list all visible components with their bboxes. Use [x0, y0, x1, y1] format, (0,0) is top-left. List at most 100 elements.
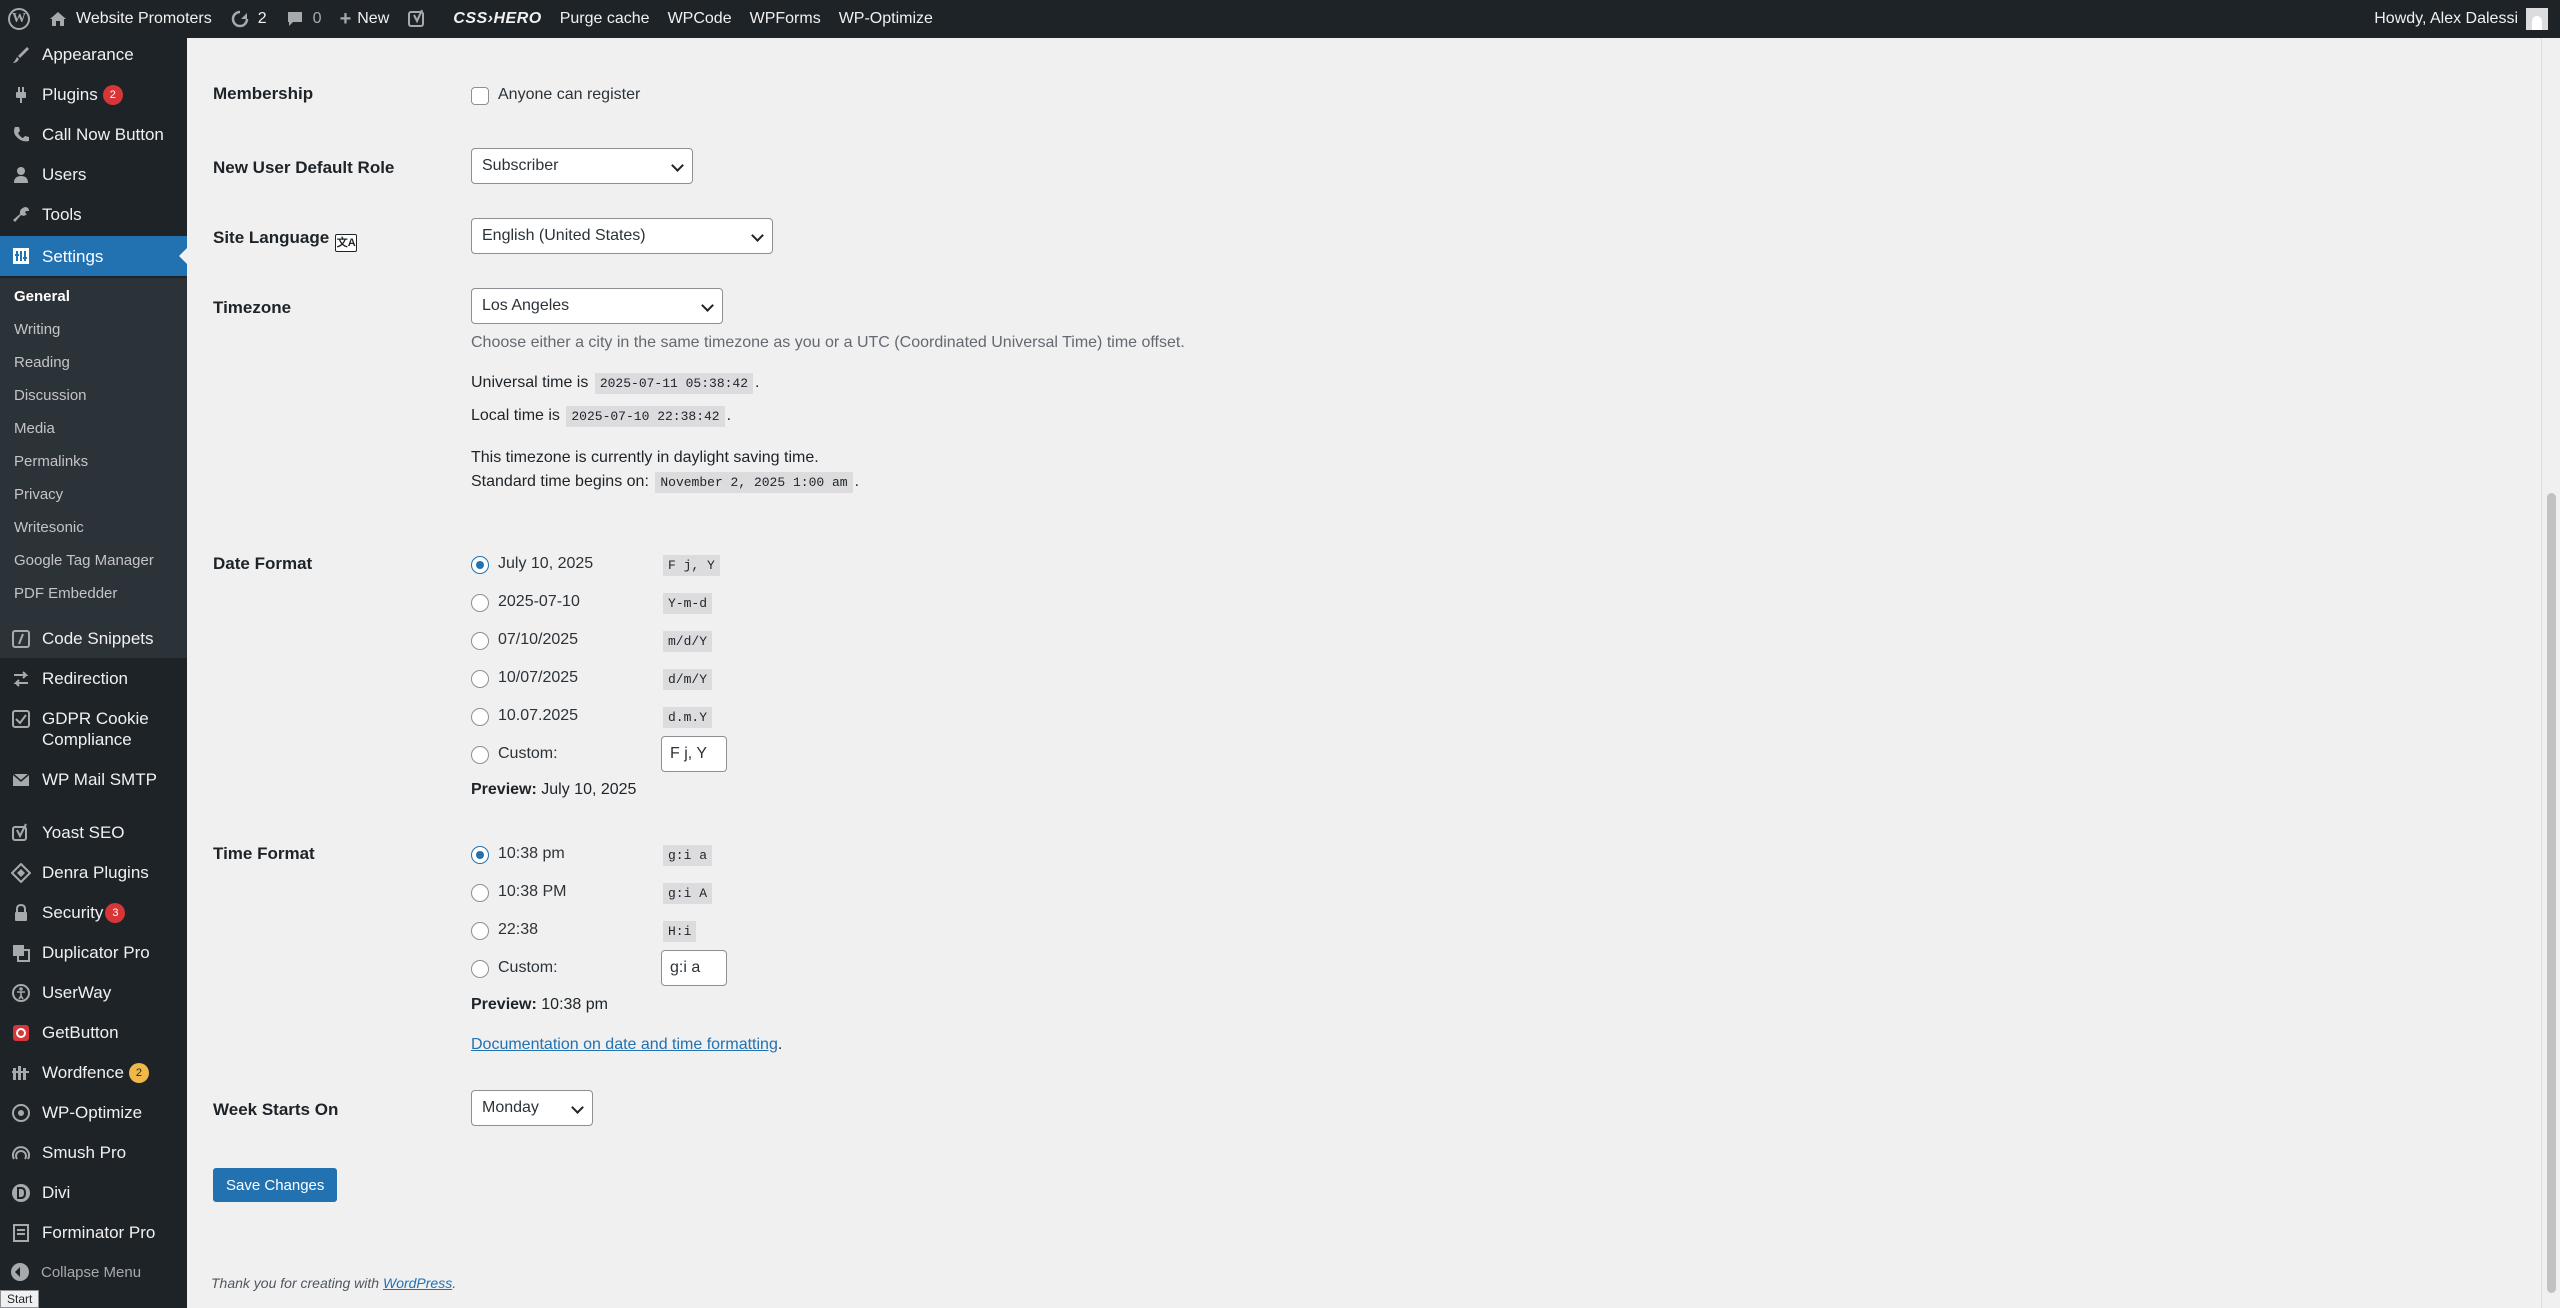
collapse-arrow-icon: [11, 1263, 29, 1281]
menu-wp-optimize[interactable]: WP-Optimize: [0, 1102, 187, 1123]
menu-settings[interactable]: Settings: [0, 236, 187, 276]
footer-thankyou: Thank you for creating with WordPress.: [211, 1275, 457, 1291]
admin-sidebar: Appearance Plugins 2 Call Now Button User…: [0, 38, 187, 1308]
account-menu[interactable]: Howdy, Alex Dalessi: [2374, 0, 2548, 38]
menu-wordfence[interactable]: Wordfence 2: [0, 1062, 187, 1083]
time-format-radio-1[interactable]: [471, 846, 489, 864]
menu-getbutton-label: GetButton: [42, 1023, 119, 1042]
yoast-icon: [11, 823, 31, 843]
timezone-value: Los Angeles: [482, 297, 570, 314]
menu-userway[interactable]: UserWay: [0, 982, 187, 1003]
new-content-menu[interactable]: + New: [331, 0, 399, 38]
menu-yoast-seo[interactable]: Yoast SEO: [0, 822, 187, 843]
mail-icon: [11, 770, 31, 790]
submenu-writing[interactable]: Writing: [14, 321, 60, 338]
standard-time-line: Standard time begins on: November 2, 202…: [471, 472, 859, 493]
submenu-media[interactable]: Media: [14, 420, 55, 437]
time-format-custom-input[interactable]: g:i a: [661, 950, 727, 986]
collapse-menu-button[interactable]: Collapse Menu: [11, 1263, 141, 1281]
timezone-description: Choose either a city in the same timezon…: [471, 334, 1185, 351]
date-format-radio-5[interactable]: [471, 708, 489, 726]
menu-divi[interactable]: Divi: [0, 1182, 187, 1203]
date-format-custom-input[interactable]: F j, Y: [661, 736, 727, 772]
menu-security[interactable]: Security 3: [0, 902, 187, 923]
yoast-menu[interactable]: [398, 0, 444, 38]
submenu-pdf-embedder[interactable]: PDF Embedder: [14, 585, 117, 602]
submenu-google-tag-manager[interactable]: Google Tag Manager: [14, 552, 154, 569]
menu-redirection[interactable]: Redirection: [0, 668, 187, 689]
standard-time-prefix: Standard time begins on:: [471, 473, 649, 490]
default-role-select[interactable]: Subscriber: [471, 148, 693, 184]
settings-general-form: Membership Anyone can register New User …: [187, 38, 2541, 1308]
menu-plugins-label: Plugins: [42, 85, 98, 104]
purge-cache-link[interactable]: Purge cache: [551, 0, 659, 38]
wordpress-link[interactable]: WordPress: [383, 1275, 452, 1291]
date-format-radio-4[interactable]: [471, 670, 489, 688]
submenu-permalinks[interactable]: Permalinks: [14, 453, 88, 470]
submenu-general[interactable]: General: [14, 288, 70, 305]
anyone-can-register-checkbox[interactable]: [471, 87, 489, 105]
settings-submenu: General Writing Reading Discussion Media…: [0, 278, 187, 658]
date-format-radio-custom[interactable]: [471, 746, 489, 764]
menu-forminator-pro[interactable]: Forminator Pro: [0, 1222, 187, 1243]
date-format-code-2: Y-m-d: [663, 593, 713, 614]
chevron-down-icon: [571, 1101, 584, 1114]
menu-code-snippets[interactable]: Code Snippets: [0, 628, 187, 649]
site-language-select[interactable]: English (United States): [471, 218, 773, 254]
page-scrollbar[interactable]: [2541, 38, 2560, 1308]
submenu-writesonic[interactable]: Writesonic: [14, 519, 84, 536]
menu-settings-label: Settings: [42, 246, 104, 266]
menu-appearance[interactable]: Appearance: [0, 44, 187, 65]
time-format-radio-3[interactable]: [471, 922, 489, 940]
wp-optimize-link[interactable]: WP-Optimize: [830, 0, 942, 38]
menu-users[interactable]: Users: [0, 164, 187, 185]
comments-menu[interactable]: 0: [276, 0, 331, 38]
menu-tools[interactable]: Tools: [0, 204, 187, 225]
user-icon: [11, 165, 31, 185]
submenu-privacy[interactable]: Privacy: [14, 486, 63, 503]
menu-denra-plugins[interactable]: Denra Plugins: [0, 862, 187, 883]
new-label: New: [357, 10, 390, 27]
menu-getbutton[interactable]: GetButton: [0, 1022, 187, 1043]
checkbox-shield-icon: [11, 709, 31, 729]
date-format-radio-1[interactable]: [471, 556, 489, 574]
date-time-docs-link[interactable]: Documentation on date and time formattin…: [471, 1036, 778, 1053]
chevron-down-icon: [701, 299, 714, 312]
submenu-discussion[interactable]: Discussion: [14, 387, 87, 404]
avatar: [2526, 8, 2548, 30]
css-hero-link[interactable]: CSS›HERO: [444, 0, 550, 38]
submenu-reading[interactable]: Reading: [14, 354, 70, 371]
menu-duplicator-pro[interactable]: Duplicator Pro: [0, 942, 187, 963]
date-format-option-3: 07/10/2025: [498, 631, 579, 648]
menu-call-now-button[interactable]: Call Now Button: [0, 124, 187, 145]
time-format-radio-custom[interactable]: [471, 960, 489, 978]
site-name-menu[interactable]: Website Promoters: [39, 0, 221, 38]
save-changes-button[interactable]: Save Changes: [213, 1168, 338, 1202]
wordpress-logo-menu[interactable]: W: [0, 0, 39, 38]
universal-time-line: Universal time is 2025-07-11 05:38:42.: [471, 373, 760, 394]
scrollbar-thumb[interactable]: [2547, 493, 2556, 1293]
time-format-radio-2[interactable]: [471, 884, 489, 902]
menu-plugins[interactable]: Plugins 2: [0, 84, 187, 105]
date-format-code-1: F j, Y: [663, 555, 720, 576]
menu-gdpr-cookie-compliance[interactable]: GDPR Cookie Compliance: [0, 708, 187, 750]
refresh-icon: [231, 10, 248, 28]
plus-icon: +: [339, 7, 352, 30]
updates-menu[interactable]: 2: [221, 0, 276, 38]
wpcode-link[interactable]: WPCode: [659, 0, 741, 38]
timezone-label: Timezone: [213, 298, 292, 317]
wrench-icon: [11, 205, 31, 225]
week-starts-select[interactable]: Monday: [471, 1090, 593, 1126]
date-format-radio-2[interactable]: [471, 594, 489, 612]
yoast-icon: [408, 9, 425, 27]
timezone-select[interactable]: Los Angeles: [471, 288, 723, 324]
wpforms-link[interactable]: WPForms: [741, 0, 830, 38]
menu-wp-mail-smtp[interactable]: WP Mail SMTP: [0, 769, 187, 790]
universal-time-value: 2025-07-11 05:38:42: [594, 373, 754, 394]
site-language-text: Site Language: [213, 228, 330, 247]
date-format-radio-3[interactable]: [471, 632, 489, 650]
menu-smush-pro[interactable]: Smush Pro: [0, 1142, 187, 1163]
date-format-option-4: 10/07/2025: [498, 669, 579, 686]
time-format-label: Time Format: [213, 844, 315, 863]
date-preview-label: Preview:: [471, 781, 537, 798]
